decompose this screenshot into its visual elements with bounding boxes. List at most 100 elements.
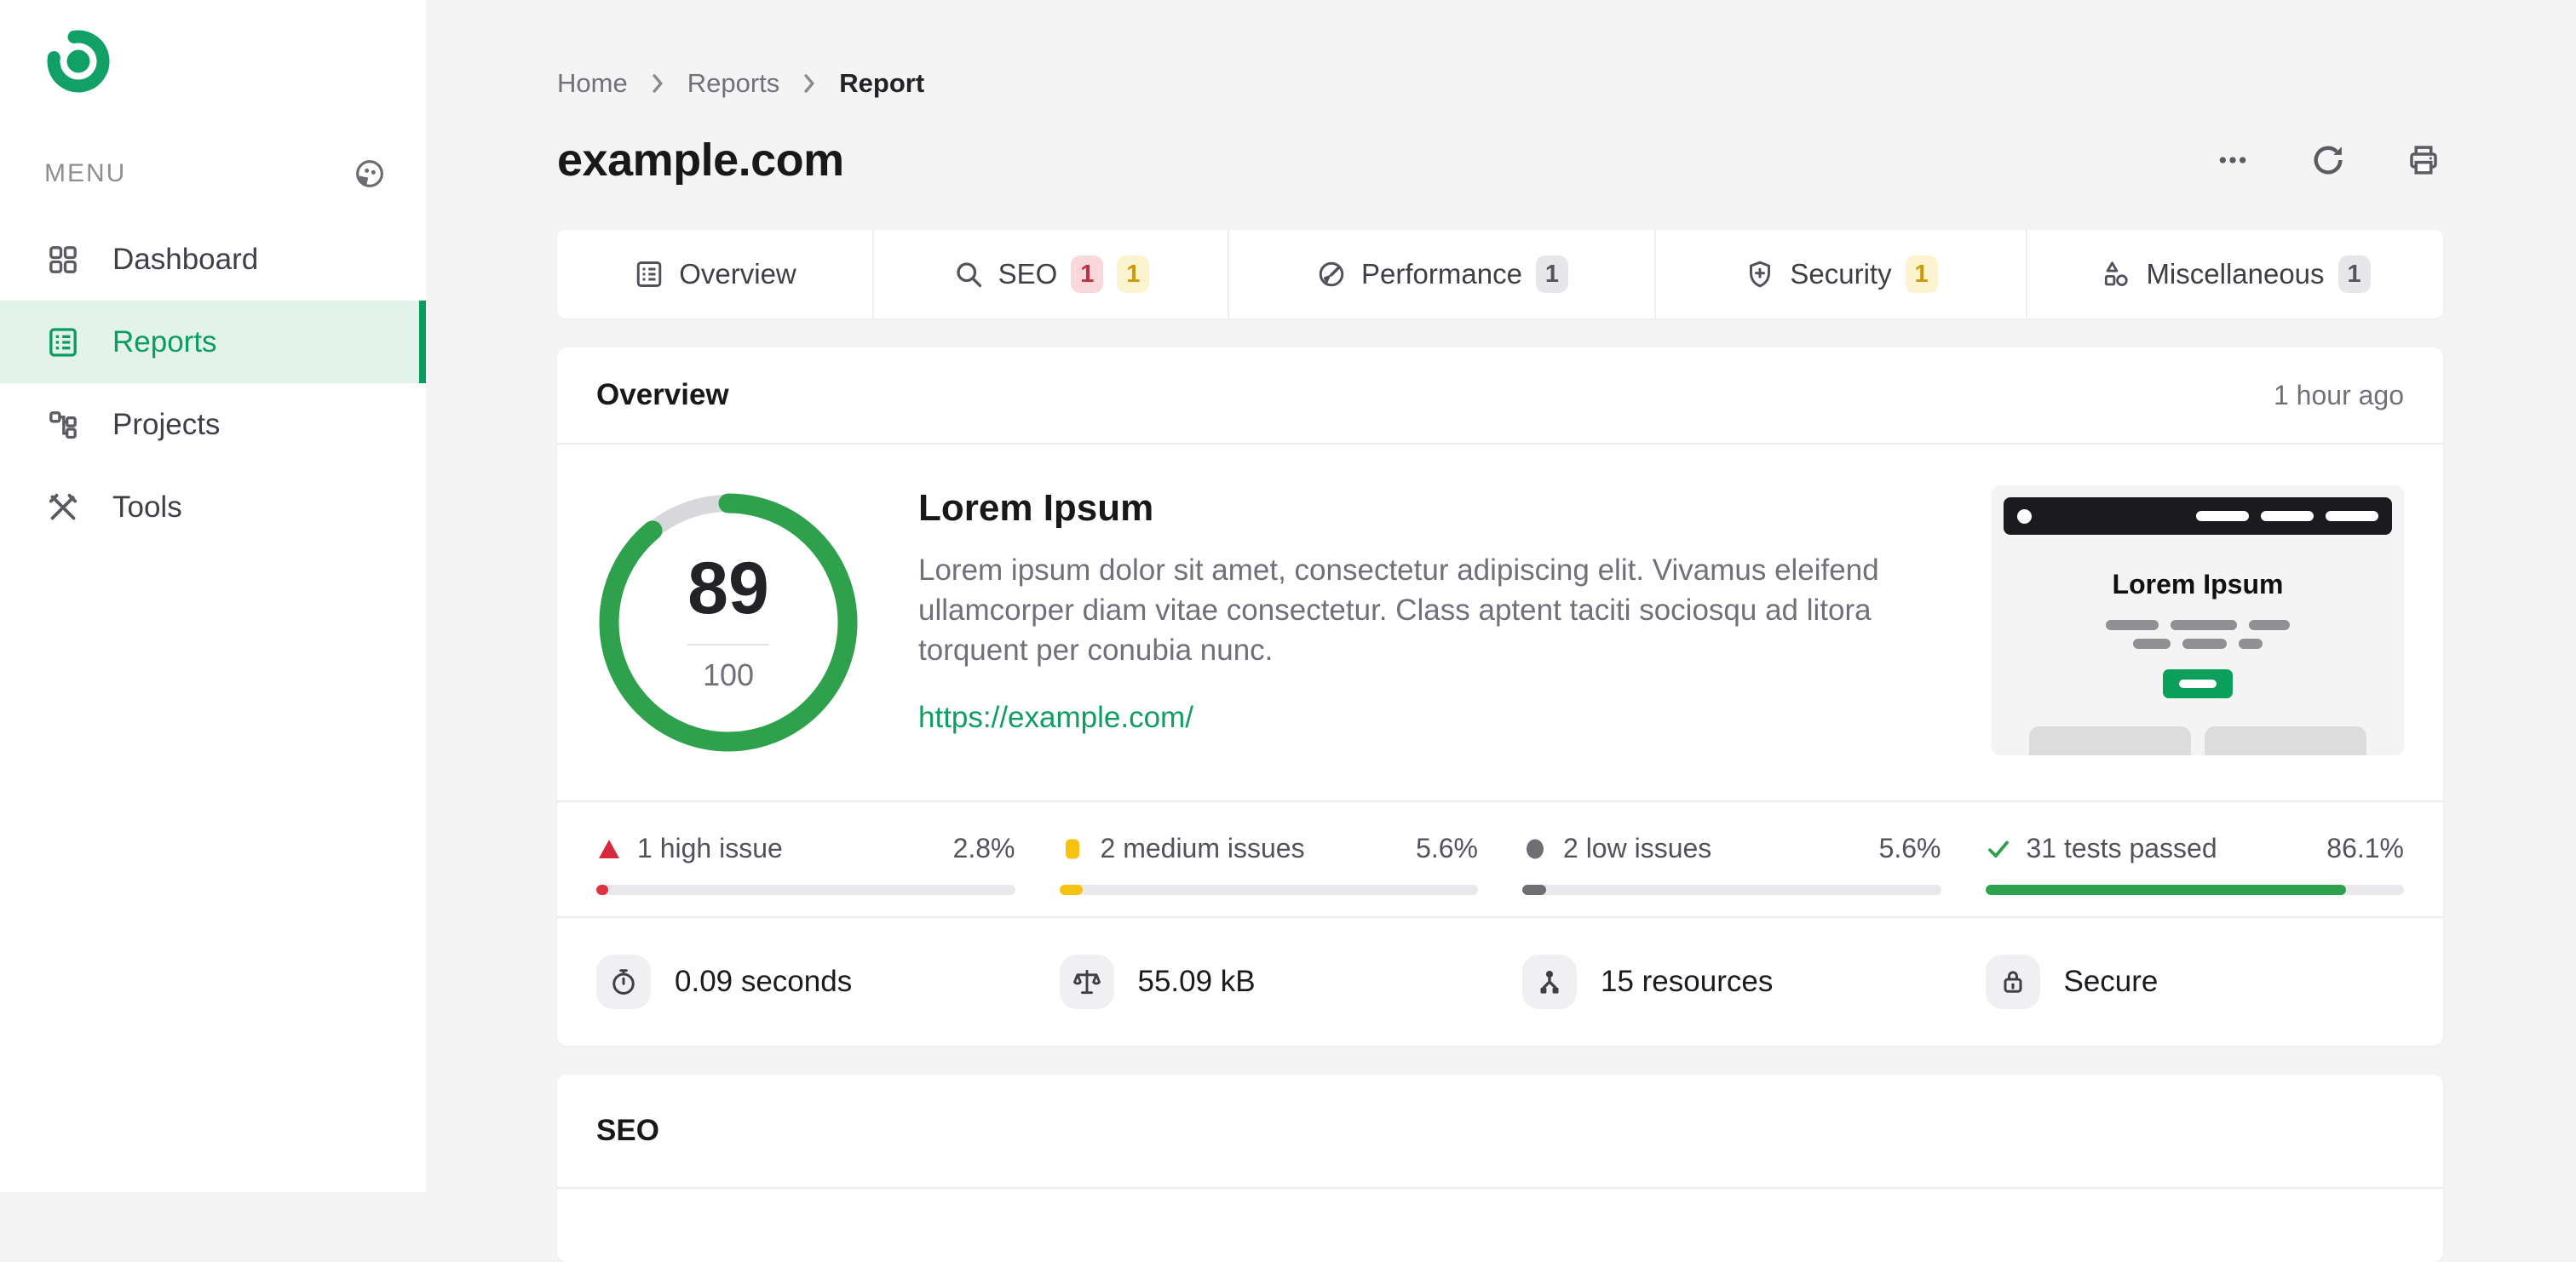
sidebar-item-label: Projects — [112, 407, 221, 441]
tools-icon — [44, 489, 82, 526]
score-gauge: 89 100 — [596, 490, 860, 754]
page-title: example.com — [557, 135, 844, 186]
tab-label: Performance — [1361, 258, 1522, 290]
printer-button[interactable] — [2404, 141, 2443, 180]
check-icon — [1986, 836, 2011, 862]
tab-label: Security — [1790, 258, 1892, 290]
tab-label: Miscellaneous — [2146, 258, 2325, 290]
gauge-icon — [1315, 258, 1348, 290]
overview-card: Overview 1 hour ago 89 100 Lorem Ipsum L… — [557, 347, 2443, 1046]
circle-icon — [1522, 836, 1548, 862]
stat-label: 2 medium issues — [1100, 833, 1305, 863]
breadcrumb-reports[interactable]: Reports — [687, 68, 780, 99]
sidebar-item-reports[interactable]: Reports — [0, 301, 426, 383]
stat-percent: 5.6% — [1878, 833, 1941, 863]
report-tabs: Overview SEO 1 1 Performance 1 Security … — [557, 230, 2443, 318]
sidebar-nav: Dashboard Reports Projects Tools — [0, 218, 426, 548]
metric-label: Secure — [2063, 965, 2159, 998]
tab-overview[interactable]: Overview — [557, 230, 872, 318]
site-preview-thumbnail[interactable]: Lorem Ipsum — [1992, 485, 2404, 755]
metrics-row: 0.09 seconds 55.09 kB 15 resources Secur… — [557, 918, 2443, 1046]
menu-label: MENU — [44, 159, 127, 187]
tab-miscellaneous[interactable]: Miscellaneous 1 — [2026, 230, 2443, 318]
square-icon — [1060, 836, 1085, 862]
seo-card: SEO — [557, 1075, 2443, 1262]
medium-issue-badge: 1 — [1905, 255, 1938, 293]
tab-security[interactable]: Security 1 — [1654, 230, 2026, 318]
metric-security: Secure — [1985, 955, 2405, 1009]
stat-medium-issues: 2 medium issues 5.6% — [1059, 833, 1478, 916]
metric-label: 15 resources — [1601, 965, 1774, 998]
triangle-icon — [596, 836, 622, 862]
metric-load-time: 0.09 seconds — [596, 955, 1015, 1009]
sidebar-item-label: Dashboard — [112, 242, 259, 276]
breadcrumb-report: Report — [839, 68, 925, 98]
tab-label: SEO — [998, 258, 1058, 290]
sitemap-icon — [44, 406, 82, 444]
preview-dot — [2017, 508, 2032, 524]
shield-plus-icon — [1744, 258, 1776, 290]
metric-label: 0.09 seconds — [675, 965, 853, 998]
medium-issue-badge: 1 — [1117, 255, 1150, 293]
search-icon — [952, 258, 985, 290]
app-logo[interactable] — [0, 26, 426, 97]
more-options-button[interactable] — [2213, 141, 2252, 180]
stat-low-issues: 2 low issues 5.6% — [1522, 833, 1941, 916]
preview-browser-bar — [2004, 497, 2392, 535]
tab-label: Overview — [679, 258, 796, 290]
report-timestamp: 1 hour ago — [2273, 379, 2404, 410]
preview-cards — [1992, 726, 2404, 755]
chevron-right-icon — [650, 72, 665, 95]
sidebar-item-label: Tools — [112, 490, 182, 524]
scale-icon — [1059, 955, 1114, 1009]
lock-icon — [1985, 955, 2040, 1009]
breadcrumb-home[interactable]: Home — [557, 68, 628, 99]
logo-icon — [47, 30, 110, 93]
tab-seo[interactable]: SEO 1 1 — [872, 230, 1228, 318]
site-url-link[interactable]: https://example.com/ — [918, 701, 1193, 735]
sidebar-item-projects[interactable]: Projects — [0, 383, 426, 466]
overview-card-title: Overview — [596, 378, 729, 411]
refresh-button[interactable] — [2309, 141, 2348, 180]
high-issue-badge: 1 — [1071, 255, 1104, 293]
score-value: 89 — [687, 548, 769, 629]
issue-stats-row: 1 high issue 2.8% 2 medium issues 5.6% 2… — [557, 802, 2443, 916]
grid-icon — [44, 241, 82, 278]
persona-icon[interactable] — [353, 157, 387, 191]
sidebar-item-label: Reports — [112, 324, 217, 359]
preview-button — [2163, 669, 2233, 698]
stat-label: 1 high issue — [637, 833, 783, 863]
main-content: Home Reports Report example.com Overview… — [426, 0, 2576, 1262]
site-heading: Lorem Ipsum — [918, 487, 1154, 529]
score-max: 100 — [702, 657, 755, 692]
preview-nav-dashes — [2196, 511, 2378, 521]
stat-percent: 2.8% — [952, 833, 1015, 863]
preview-heading: Lorem Ipsum — [2112, 569, 2284, 599]
stat-high-issues: 1 high issue 2.8% — [596, 833, 1015, 916]
shapes-icon — [2100, 258, 2132, 290]
report-icon — [633, 258, 665, 290]
stat-percent: 86.1% — [2326, 833, 2404, 863]
stat-label: 2 low issues — [1563, 833, 1712, 863]
tab-performance[interactable]: Performance 1 — [1228, 230, 1654, 318]
chevron-right-icon — [802, 72, 817, 95]
issue-badge: 1 — [1535, 255, 1568, 293]
stat-label: 31 tests passed — [2026, 833, 2217, 863]
stopwatch-icon — [596, 955, 651, 1009]
sidebar-item-tools[interactable]: Tools — [0, 466, 426, 548]
metric-resources: 15 resources — [1522, 955, 1941, 1009]
preview-text-lines — [1992, 620, 2404, 649]
report-icon — [44, 324, 82, 361]
breadcrumb: Home Reports Report — [557, 68, 2443, 99]
resources-icon — [1522, 955, 1577, 1009]
seo-card-title: SEO — [596, 1114, 659, 1147]
title-actions — [2213, 141, 2443, 180]
site-description: Lorem ipsum dolor sit amet, consectetur … — [918, 554, 1879, 667]
sidebar: MENU Dashboard Reports Projects Tools — [0, 0, 426, 1192]
divider — [687, 644, 769, 645]
issue-badge: 1 — [2337, 255, 2371, 293]
metric-label: 55.09 kB — [1137, 965, 1256, 998]
divider — [557, 1187, 2443, 1189]
stat-tests-passed: 31 tests passed 86.1% — [1985, 833, 2404, 916]
sidebar-item-dashboard[interactable]: Dashboard — [0, 218, 426, 301]
